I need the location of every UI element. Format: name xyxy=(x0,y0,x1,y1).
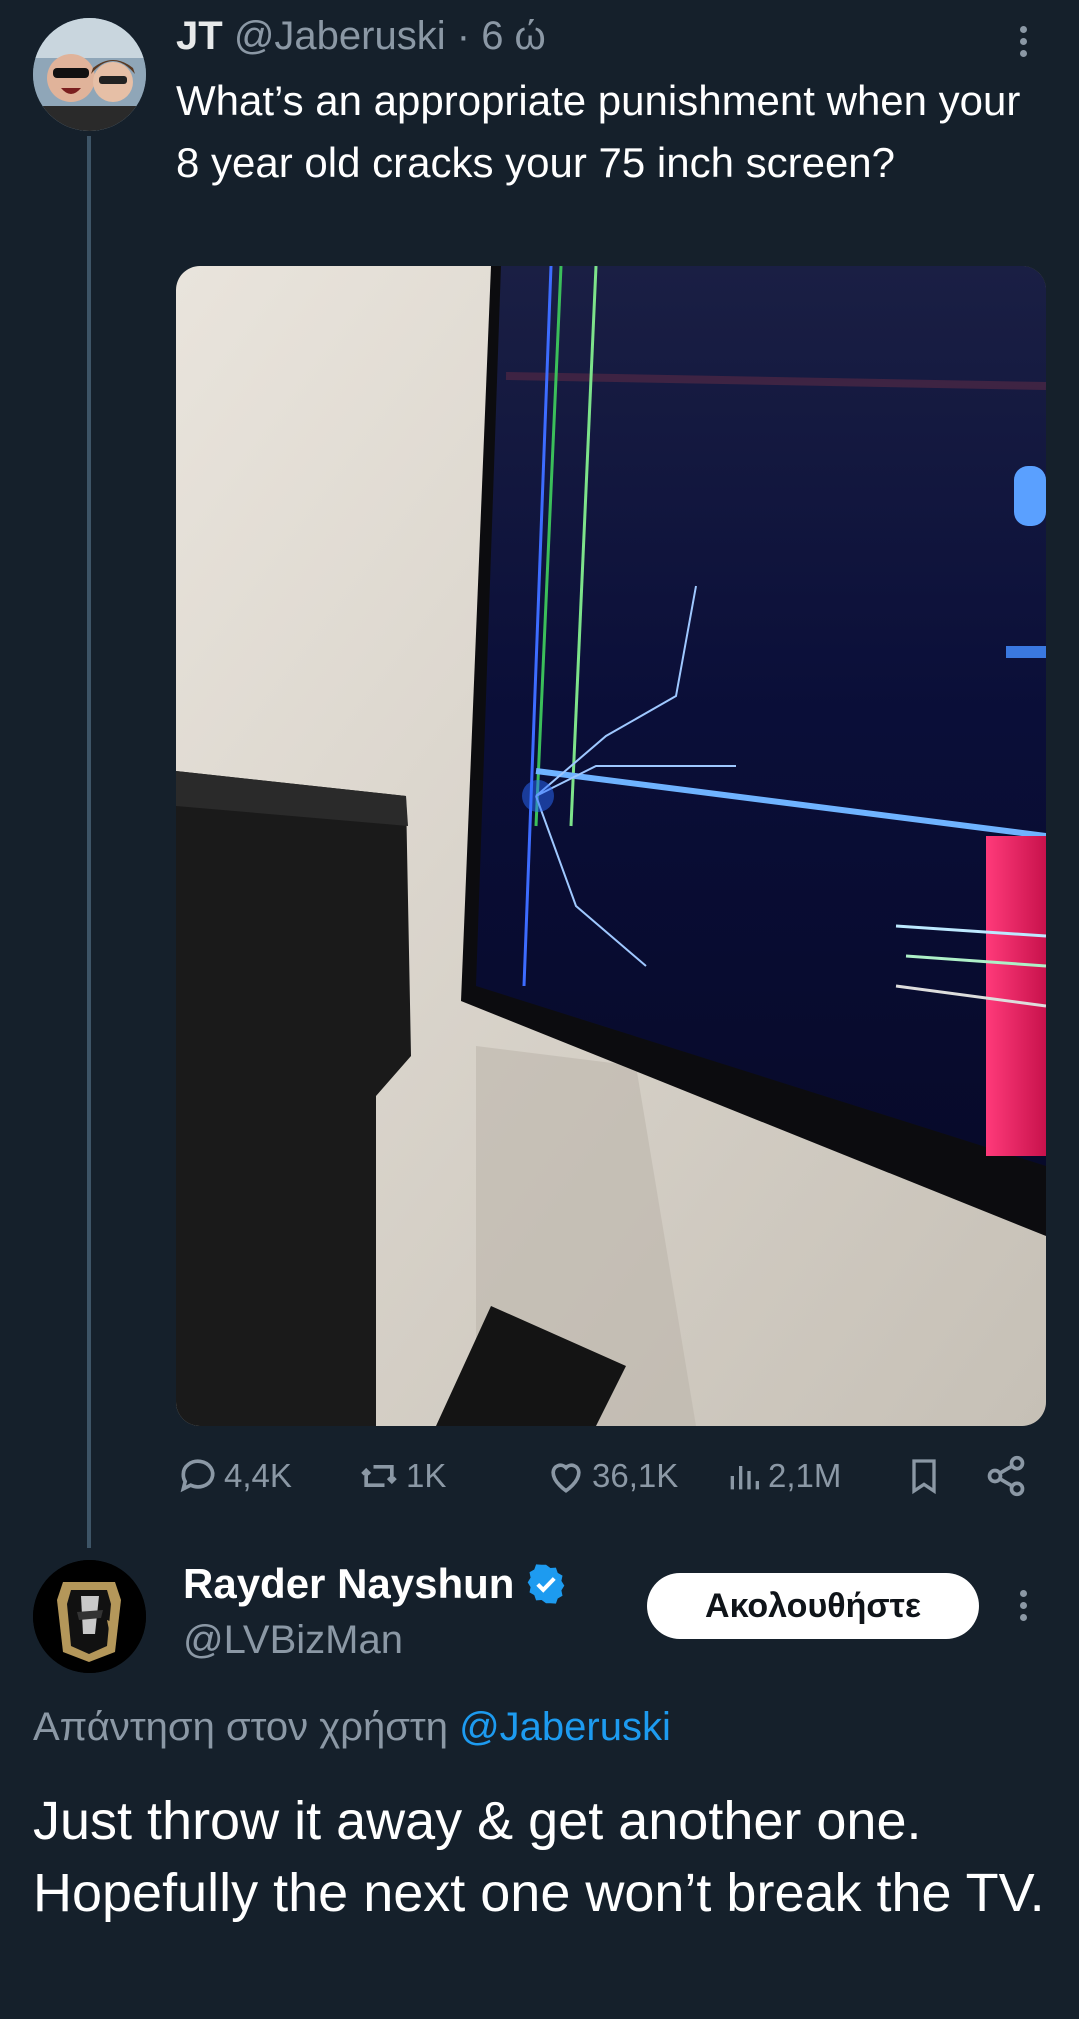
reply-icon xyxy=(180,1459,215,1493)
tweet-actions-bar: 4,4K 1K 36,1K 2,1M xyxy=(176,1454,1056,1504)
like-action[interactable]: 36,1K xyxy=(544,1454,678,1498)
reply-author-name[interactable]: Rayder Nayshun xyxy=(183,1560,514,1608)
repost-action[interactable]: 1K xyxy=(356,1454,446,1498)
replying-to-line: Απάντηση στον χρήστη @Jaberuski xyxy=(33,1705,671,1750)
tweet-time[interactable]: 6 ώ xyxy=(481,14,546,58)
author-name[interactable]: JT xyxy=(176,14,223,58)
reply-more-options-icon[interactable] xyxy=(1020,1590,1030,1626)
heart-icon xyxy=(551,1463,581,1493)
views-chart-icon xyxy=(730,1466,759,1490)
avatar-rayder-nayshun[interactable] xyxy=(33,1560,146,1673)
verified-badge-icon xyxy=(528,1564,565,1604)
repost-count: 1K xyxy=(406,1457,447,1494)
like-count: 36,1K xyxy=(592,1457,679,1494)
reply-action[interactable]: 4,4K xyxy=(176,1454,292,1498)
replying-to-prefix: Απάντηση στον χρήστη xyxy=(33,1705,448,1749)
tweet-media-photo[interactable] xyxy=(176,266,1046,1426)
header-separator: · xyxy=(456,14,471,58)
share-icon xyxy=(987,1455,1025,1497)
bookmark-icon xyxy=(912,1459,936,1495)
thread-connector-line xyxy=(87,136,91,1548)
reply-author-handle[interactable]: @LVBizMan xyxy=(183,1618,568,1663)
avatar-jt[interactable] xyxy=(33,18,146,131)
share-action[interactable] xyxy=(984,1454,1032,1498)
tweet-header: JT @Jaberuski · 6 ώ xyxy=(176,14,546,59)
author-handle[interactable]: @Jaberuski xyxy=(234,14,446,58)
bookmark-action[interactable] xyxy=(904,1454,948,1498)
tweet-text: What’s an appropriate punishment when yo… xyxy=(176,77,1021,186)
reply-count: 4,4K xyxy=(224,1457,292,1494)
reply-header: Rayder Nayshun @LVBizMan xyxy=(183,1560,568,1663)
views-count: 2,1M xyxy=(768,1457,842,1494)
repost-icon xyxy=(361,1465,397,1487)
views-action[interactable]: 2,1M xyxy=(724,1454,841,1498)
replying-to-handle-link[interactable]: @Jaberuski xyxy=(459,1705,671,1749)
more-options-icon[interactable] xyxy=(1020,26,1030,62)
reply-text: Just throw it away & get another one. Ho… xyxy=(33,1791,1045,1923)
follow-button[interactable]: Ακολουθήστε xyxy=(647,1573,979,1639)
